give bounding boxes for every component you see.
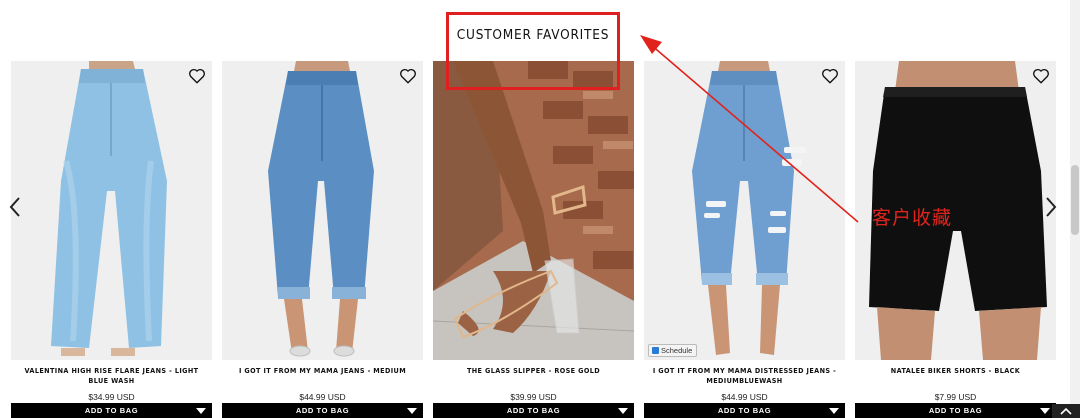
add-to-bag-button[interactable]: ADD TO BAG (855, 403, 1056, 418)
heart-outline-icon[interactable] (188, 67, 206, 85)
caret-down-icon[interactable] (407, 408, 417, 414)
product-price: $44.99 USD (299, 392, 346, 402)
product-card[interactable]: Schedule I GOT IT FROM MY MAMA DISTRESSE… (644, 61, 845, 418)
product-name[interactable]: I GOT IT FROM MY MAMA JEANS - MEDIUM (226, 366, 419, 376)
schedule-badge-label: Schedule (661, 346, 693, 355)
product-image-light-flare-jeans[interactable] (11, 61, 212, 360)
product-price: $44.99 USD (721, 392, 768, 402)
product-price: $7.99 USD (934, 392, 977, 402)
annotation-text: 客户收藏 (872, 207, 953, 229)
product-card[interactable]: THE GLASS SLIPPER - ROSE GOLD $39.99 USD… (433, 61, 634, 418)
caret-down-icon[interactable] (618, 408, 628, 414)
product-name[interactable]: I GOT IT FROM MY MAMA DISTRESSED JEANS -… (648, 366, 841, 386)
add-to-bag-label: ADD TO BAG (928, 406, 983, 415)
product-name[interactable]: NATALEE BIKER SHORTS - BLACK (859, 366, 1052, 376)
schedule-badge[interactable]: Schedule (648, 344, 698, 357)
product-image-mom-jeans[interactable] (222, 61, 423, 360)
heart-outline-icon[interactable] (399, 67, 417, 85)
heart-outline-icon[interactable] (821, 67, 839, 85)
chevron-right-icon[interactable] (1043, 196, 1059, 218)
add-to-bag-label: ADD TO BAG (506, 406, 561, 415)
section-title-highlight: CUSTOMER FAVORITES (446, 12, 620, 90)
add-to-bag-button[interactable]: ADD TO BAG (222, 403, 423, 418)
product-image-distressed-jeans[interactable]: Schedule (644, 61, 845, 360)
product-image-glass-slipper[interactable] (433, 61, 634, 360)
product-card[interactable]: VALENTINA HIGH RISE FLARE JEANS - LIGHT … (11, 61, 212, 418)
add-to-bag-button[interactable]: ADD TO BAG (433, 403, 634, 418)
add-to-bag-label: ADD TO BAG (295, 406, 350, 415)
caret-down-icon[interactable] (829, 408, 839, 414)
chevron-left-icon[interactable] (7, 196, 23, 218)
add-to-bag-button[interactable]: ADD TO BAG (644, 403, 845, 418)
schedule-icon (652, 347, 659, 354)
caret-down-icon[interactable] (1040, 408, 1050, 414)
section-title: CUSTOMER FAVORITES (456, 27, 610, 43)
add-to-bag-label: ADD TO BAG (717, 406, 772, 415)
product-price: $34.99 USD (88, 392, 135, 402)
heart-outline-icon[interactable] (1032, 67, 1050, 85)
caret-down-icon[interactable] (196, 408, 206, 414)
product-card[interactable]: I GOT IT FROM MY MAMA JEANS - MEDIUM $44… (222, 61, 423, 418)
product-name[interactable]: VALENTINA HIGH RISE FLARE JEANS - LIGHT … (15, 366, 208, 386)
add-to-bag-button[interactable]: ADD TO BAG (11, 403, 212, 418)
scroll-to-top-button[interactable] (1052, 404, 1080, 418)
product-price: $39.99 USD (510, 392, 557, 402)
add-to-bag-label: ADD TO BAG (84, 406, 139, 415)
product-card[interactable]: NATALEE BIKER SHORTS - BLACK $7.99 USD A… (855, 61, 1056, 418)
product-name[interactable]: THE GLASS SLIPPER - ROSE GOLD (437, 366, 630, 376)
scrollbar-thumb[interactable] (1071, 165, 1079, 235)
